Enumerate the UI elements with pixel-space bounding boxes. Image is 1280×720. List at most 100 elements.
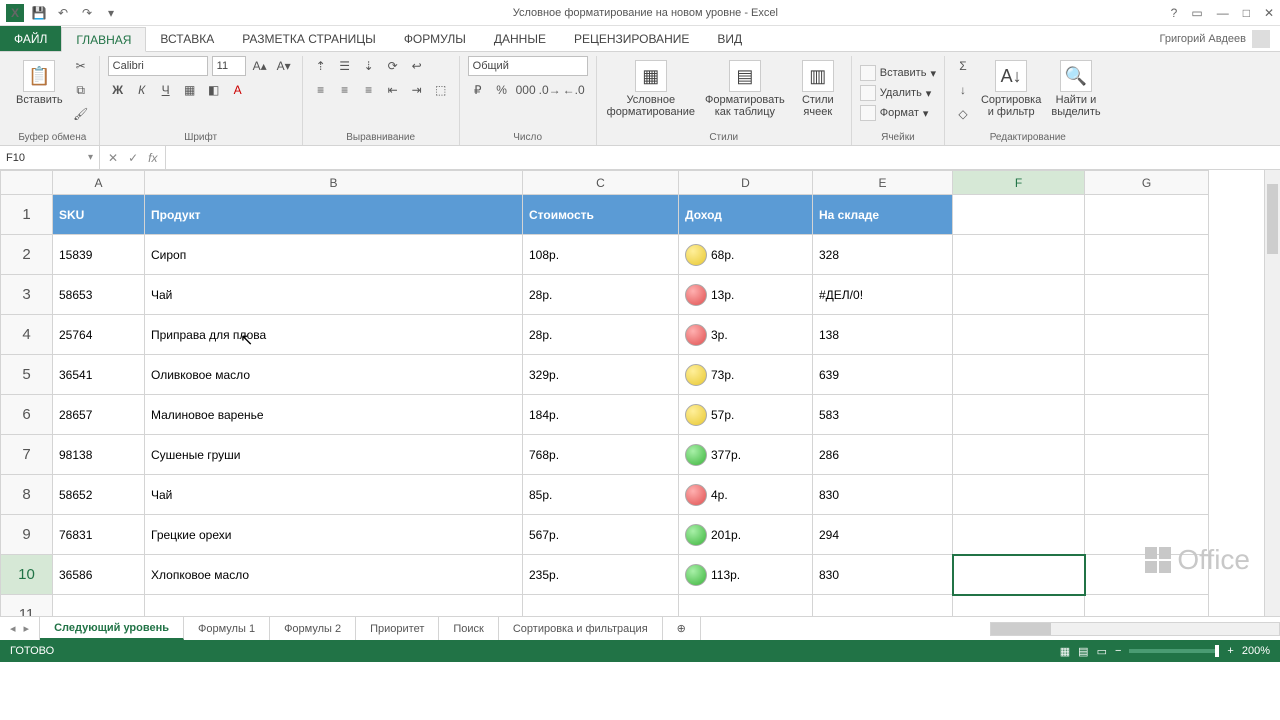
cell-A2[interactable]: 15839 <box>53 235 145 275</box>
row-header-7[interactable]: 7 <box>1 435 53 475</box>
cell-D3[interactable]: 13р. <box>679 275 813 315</box>
cell-F10[interactable] <box>953 555 1085 595</box>
tab-data[interactable]: ДАННЫЕ <box>480 26 560 51</box>
cell-C6[interactable]: 184р. <box>523 395 679 435</box>
currency-icon[interactable]: ₽ <box>468 80 488 100</box>
col-header-B[interactable]: B <box>145 171 523 195</box>
wrap-text-icon[interactable]: ↩ <box>407 56 427 76</box>
cell-F4[interactable] <box>953 315 1085 355</box>
cell-C7[interactable]: 768р. <box>523 435 679 475</box>
minimize-icon[interactable]: — <box>1217 6 1229 20</box>
cell-G1[interactable] <box>1085 195 1209 235</box>
cell-G8[interactable] <box>1085 475 1209 515</box>
account-area[interactable]: Григорий Авдеев <box>1149 26 1280 51</box>
cell-B1[interactable]: Продукт <box>145 195 523 235</box>
cell-E11[interactable] <box>813 595 953 617</box>
qat-save-icon[interactable]: 💾 <box>30 4 48 22</box>
row-header-8[interactable]: 8 <box>1 475 53 515</box>
cell-B4[interactable]: Приправа для плова <box>145 315 523 355</box>
merge-icon[interactable]: ⬚ <box>431 80 451 100</box>
cell-F6[interactable] <box>953 395 1085 435</box>
insert-cells-button[interactable]: Вставить ▾ <box>860 65 936 81</box>
sheet-nav-first-icon[interactable]: ◂ <box>10 622 16 635</box>
copy-icon[interactable]: ⧉ <box>71 80 91 100</box>
view-pagebreak-icon[interactable]: ▭ <box>1097 645 1107 658</box>
sheet-tab[interactable]: Формулы 2 <box>270 617 356 640</box>
enter-formula-icon[interactable]: ✓ <box>128 151 138 165</box>
cell-F3[interactable] <box>953 275 1085 315</box>
indent-increase-icon[interactable]: ⇥ <box>407 80 427 100</box>
align-top-icon[interactable]: ⇡ <box>311 56 331 76</box>
zoom-in-icon[interactable]: + <box>1227 645 1233 657</box>
cell-F5[interactable] <box>953 355 1085 395</box>
tab-view[interactable]: ВИД <box>703 26 756 51</box>
cell-A8[interactable]: 58652 <box>53 475 145 515</box>
cell-G11[interactable] <box>1085 595 1209 617</box>
sheet-tab[interactable]: Приоритет <box>356 617 439 640</box>
col-header-F[interactable]: F <box>953 171 1085 195</box>
orientation-icon[interactable]: ⟳ <box>383 56 403 76</box>
align-middle-icon[interactable]: ☰ <box>335 56 355 76</box>
qat-undo-icon[interactable]: ↶ <box>54 4 72 22</box>
find-select-button[interactable]: 🔍Найти и выделить <box>1049 56 1102 122</box>
font-color-icon[interactable]: A <box>228 80 248 100</box>
cell-D9[interactable]: 201р. <box>679 515 813 555</box>
col-header-D[interactable]: D <box>679 171 813 195</box>
name-box[interactable]: F10▾ <box>0 146 100 169</box>
cell-F2[interactable] <box>953 235 1085 275</box>
percent-icon[interactable]: % <box>492 80 512 100</box>
help-icon[interactable]: ? <box>1171 6 1178 20</box>
paste-button[interactable]: 📋 Вставить <box>14 56 65 110</box>
sheet-tab[interactable]: Поиск <box>439 617 498 640</box>
cell-C3[interactable]: 28р. <box>523 275 679 315</box>
cell-styles-button[interactable]: ▥Стили ячеек <box>793 56 843 122</box>
close-icon[interactable]: ✕ <box>1264 6 1274 20</box>
align-center-icon[interactable]: ≡ <box>335 80 355 100</box>
cell-G4[interactable] <box>1085 315 1209 355</box>
autosum-icon[interactable]: Σ <box>953 56 973 76</box>
cell-B11[interactable] <box>145 595 523 617</box>
cell-D8[interactable]: 4р. <box>679 475 813 515</box>
horizontal-scrollbar[interactable] <box>990 622 1280 636</box>
align-bottom-icon[interactable]: ⇣ <box>359 56 379 76</box>
row-header-4[interactable]: 4 <box>1 315 53 355</box>
cell-F11[interactable] <box>953 595 1085 617</box>
cell-G7[interactable] <box>1085 435 1209 475</box>
cell-G9[interactable] <box>1085 515 1209 555</box>
sheet-tab[interactable]: Сортировка и фильтрация <box>499 617 663 640</box>
cell-D1[interactable]: Доход <box>679 195 813 235</box>
col-header-C[interactable]: C <box>523 171 679 195</box>
cell-E5[interactable]: 639 <box>813 355 953 395</box>
worksheet-grid[interactable]: ABCDEFG1SKUПродуктСтоимостьДоходНа склад… <box>0 170 1280 616</box>
ribbon-display-icon[interactable]: ▭ <box>1191 6 1202 20</box>
cell-C11[interactable] <box>523 595 679 617</box>
cell-B10[interactable]: Хлопковое масло <box>145 555 523 595</box>
row-header-3[interactable]: 3 <box>1 275 53 315</box>
cell-B2[interactable]: Сироп <box>145 235 523 275</box>
qat-redo-icon[interactable]: ↷ <box>78 4 96 22</box>
maximize-icon[interactable]: □ <box>1243 6 1250 20</box>
cell-F7[interactable] <box>953 435 1085 475</box>
cell-E1[interactable]: На складе <box>813 195 953 235</box>
cell-E9[interactable]: 294 <box>813 515 953 555</box>
row-header-1[interactable]: 1 <box>1 195 53 235</box>
formula-bar[interactable] <box>166 146 1280 169</box>
cancel-formula-icon[interactable]: ✕ <box>108 151 118 165</box>
cell-C9[interactable]: 567р. <box>523 515 679 555</box>
cell-C4[interactable]: 28р. <box>523 315 679 355</box>
cell-D7[interactable]: 377р. <box>679 435 813 475</box>
cell-B8[interactable]: Чай <box>145 475 523 515</box>
font-size-select[interactable]: 11 <box>212 56 246 76</box>
bold-icon[interactable]: Ж <box>108 80 128 100</box>
cell-G3[interactable] <box>1085 275 1209 315</box>
cell-B9[interactable]: Грецкие орехи <box>145 515 523 555</box>
cell-D2[interactable]: 68р. <box>679 235 813 275</box>
tab-insert[interactable]: ВСТАВКА <box>146 26 228 51</box>
cut-icon[interactable]: ✂ <box>71 56 91 76</box>
cell-A4[interactable]: 25764 <box>53 315 145 355</box>
zoom-slider[interactable] <box>1129 649 1219 653</box>
cell-A11[interactable] <box>53 595 145 617</box>
fill-color-icon[interactable]: ◧ <box>204 80 224 100</box>
row-header-5[interactable]: 5 <box>1 355 53 395</box>
align-left-icon[interactable]: ≡ <box>311 80 331 100</box>
